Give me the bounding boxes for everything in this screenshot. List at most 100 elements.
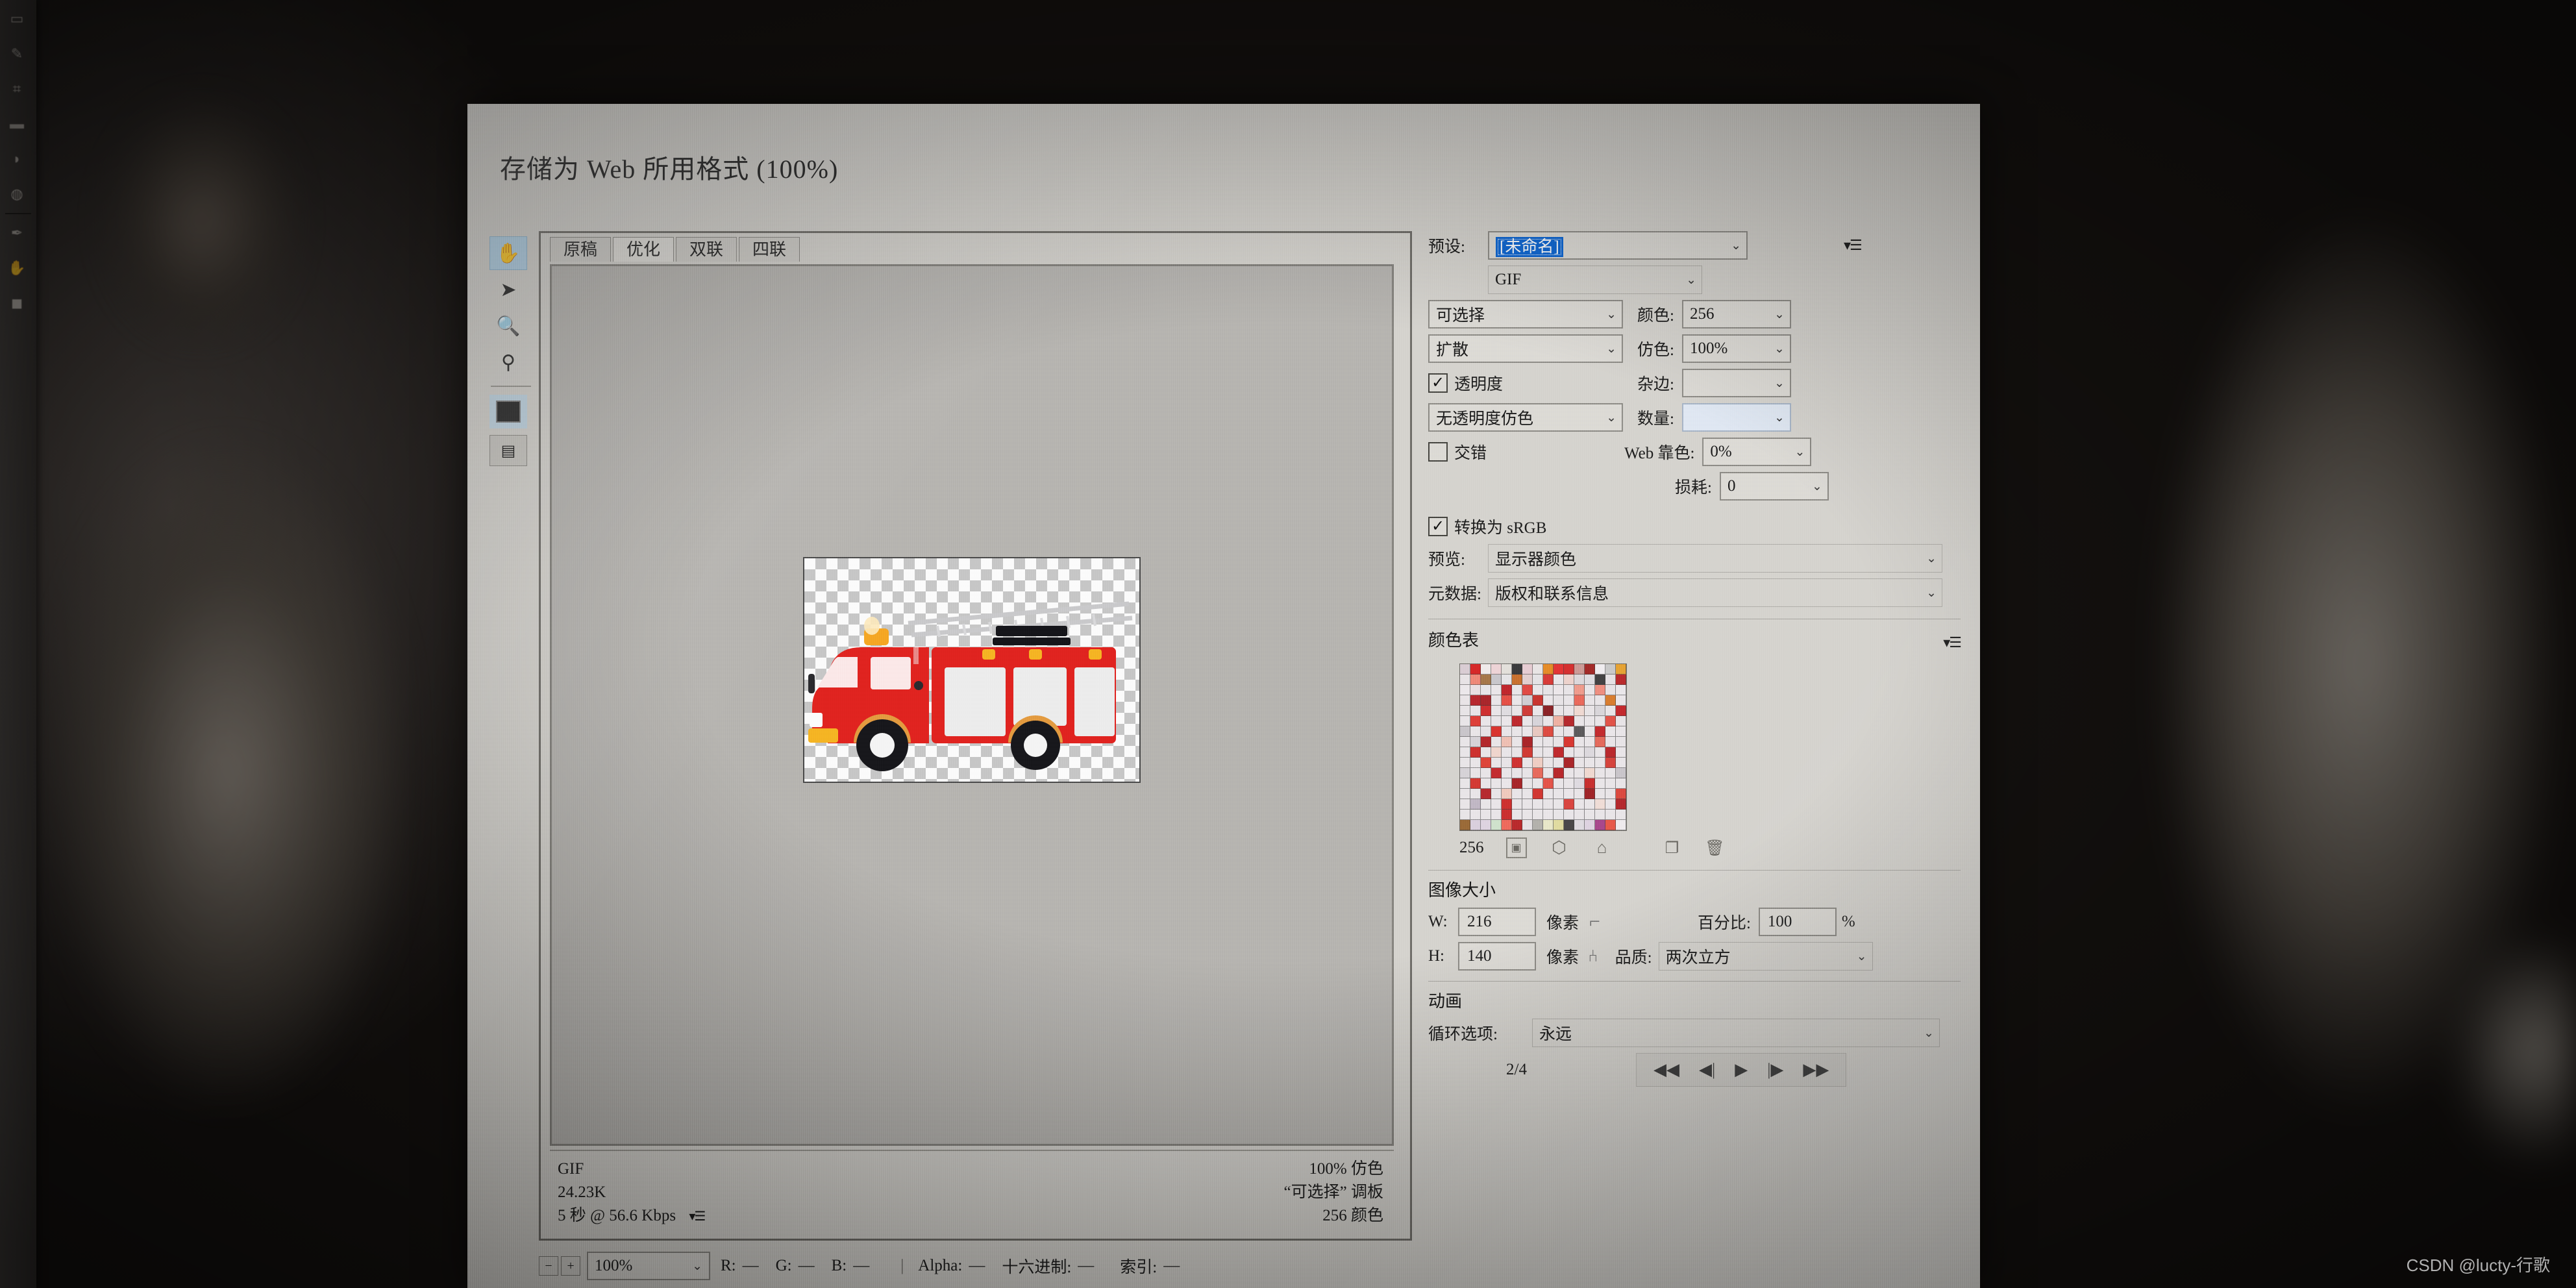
color-swatch[interactable] (1595, 778, 1605, 789)
color-swatch[interactable] (1460, 778, 1470, 789)
color-swatch[interactable] (1585, 799, 1595, 810)
color-swatch[interactable] (1595, 685, 1605, 695)
color-swatch[interactable] (1491, 789, 1502, 799)
color-swatch[interactable] (1491, 768, 1502, 778)
color-swatch[interactable] (1595, 706, 1605, 716)
color-swatch[interactable] (1554, 758, 1564, 768)
color-swatch[interactable] (1605, 664, 1616, 675)
color-swatch[interactable] (1605, 789, 1616, 799)
color-swatch[interactable] (1543, 685, 1554, 695)
color-swatch[interactable] (1460, 695, 1470, 706)
color-swatch[interactable] (1574, 747, 1585, 758)
preset-flyout-menu-icon[interactable]: ▾☰ (1844, 237, 1863, 254)
color-swatch[interactable] (1554, 706, 1564, 716)
color-swatch[interactable] (1554, 726, 1564, 737)
color-swatch[interactable] (1554, 768, 1564, 778)
color-swatch[interactable] (1470, 695, 1481, 706)
color-swatch[interactable] (1533, 716, 1543, 726)
toggle-slices-visibility-button[interactable]: ▤ (489, 435, 527, 466)
color-swatch[interactable] (1481, 706, 1491, 716)
color-swatch[interactable] (1554, 778, 1564, 789)
tab-2-up[interactable]: 双联 (676, 237, 737, 262)
color-swatch[interactable] (1491, 747, 1502, 758)
color-swatch[interactable] (1605, 799, 1616, 810)
color-swatch[interactable] (1543, 778, 1554, 789)
color-swatch[interactable] (1512, 799, 1522, 810)
color-table-grid[interactable] (1459, 663, 1627, 831)
color-swatch[interactable] (1533, 810, 1543, 820)
color-swatch[interactable] (1491, 685, 1502, 695)
color-swatch[interactable] (1616, 675, 1626, 685)
color-swatch[interactable] (1605, 768, 1616, 778)
color-swatch[interactable] (1595, 820, 1605, 830)
link-chain-icon[interactable]: ⑃ (1588, 947, 1598, 966)
color-swatch[interactable] (1616, 810, 1626, 820)
amount-select[interactable]: ⌄ (1681, 403, 1791, 432)
color-swatch[interactable] (1616, 706, 1626, 716)
color-swatch[interactable] (1481, 778, 1491, 789)
color-swatch[interactable] (1502, 726, 1512, 737)
zoom-in-button[interactable]: + (561, 1256, 580, 1276)
color-swatch[interactable] (1522, 789, 1533, 799)
color-swatch[interactable] (1470, 789, 1481, 799)
eraser-tool-icon[interactable]: ◍ (3, 178, 31, 210)
new-color-icon[interactable]: ❐ (1662, 837, 1683, 858)
color-swatch[interactable] (1491, 664, 1502, 675)
color-swatch[interactable] (1616, 716, 1626, 726)
color-swatch[interactable] (1481, 747, 1491, 758)
color-swatch[interactable] (1564, 726, 1574, 737)
color-swatch[interactable] (1460, 747, 1470, 758)
web-snap-select[interactable]: 0% ⌄ (1702, 438, 1812, 466)
color-swatch[interactable] (1543, 706, 1554, 716)
color-swatch[interactable] (1564, 706, 1574, 716)
color-swatch[interactable] (1595, 737, 1605, 747)
color-swatch[interactable] (1616, 695, 1626, 706)
color-swatch[interactable] (1595, 675, 1605, 685)
color-swatch[interactable] (1564, 695, 1574, 706)
color-swatch[interactable] (1616, 726, 1626, 737)
foreground-color-swatch[interactable]: ◼ (3, 287, 31, 319)
color-swatch[interactable] (1470, 810, 1481, 820)
color-swatch[interactable] (1564, 737, 1574, 747)
color-swatch[interactable] (1554, 685, 1564, 695)
color-swatch[interactable] (1491, 706, 1502, 716)
color-swatch[interactable] (1533, 747, 1543, 758)
color-swatch[interactable] (1481, 737, 1491, 747)
color-swatch[interactable] (1585, 726, 1595, 737)
color-swatch[interactable] (1533, 778, 1543, 789)
color-swatch[interactable] (1491, 695, 1502, 706)
color-swatch[interactable] (1543, 695, 1554, 706)
color-swatch[interactable] (1460, 737, 1470, 747)
lasso-tool-icon[interactable]: ✎ (3, 38, 31, 70)
color-swatch[interactable] (1595, 789, 1605, 799)
color-swatch[interactable] (1491, 758, 1502, 768)
color-swatch[interactable] (1533, 675, 1543, 685)
colors-select[interactable]: 256 ⌄ (1681, 300, 1791, 328)
color-swatch[interactable] (1533, 768, 1543, 778)
color-swatch[interactable] (1522, 706, 1533, 716)
color-swatch[interactable] (1585, 778, 1595, 789)
percent-input[interactable]: 100 (1758, 908, 1837, 936)
matte-select[interactable]: ⌄ (1681, 369, 1791, 397)
color-swatch[interactable] (1616, 737, 1626, 747)
color-swatch[interactable] (1512, 820, 1522, 830)
color-swatch[interactable] (1502, 810, 1512, 820)
color-swatch[interactable] (1460, 758, 1470, 768)
color-swatch[interactable] (1512, 664, 1522, 675)
color-swatch[interactable] (1522, 768, 1533, 778)
zoom-out-button[interactable]: − (539, 1256, 558, 1276)
color-swatch[interactable] (1512, 685, 1522, 695)
color-swatch[interactable] (1533, 706, 1543, 716)
color-swatch[interactable] (1605, 695, 1616, 706)
color-swatch[interactable] (1616, 758, 1626, 768)
color-swatch[interactable] (1554, 799, 1564, 810)
color-swatch[interactable] (1564, 664, 1574, 675)
color-swatch[interactable] (1533, 737, 1543, 747)
color-swatch[interactable] (1481, 758, 1491, 768)
color-swatch[interactable] (1616, 799, 1626, 810)
color-swatch[interactable] (1502, 737, 1512, 747)
stamp-tool-icon[interactable]: ◗ (3, 143, 31, 175)
color-swatch[interactable] (1502, 820, 1512, 830)
color-swatch[interactable] (1502, 716, 1512, 726)
color-swatch[interactable] (1616, 685, 1626, 695)
